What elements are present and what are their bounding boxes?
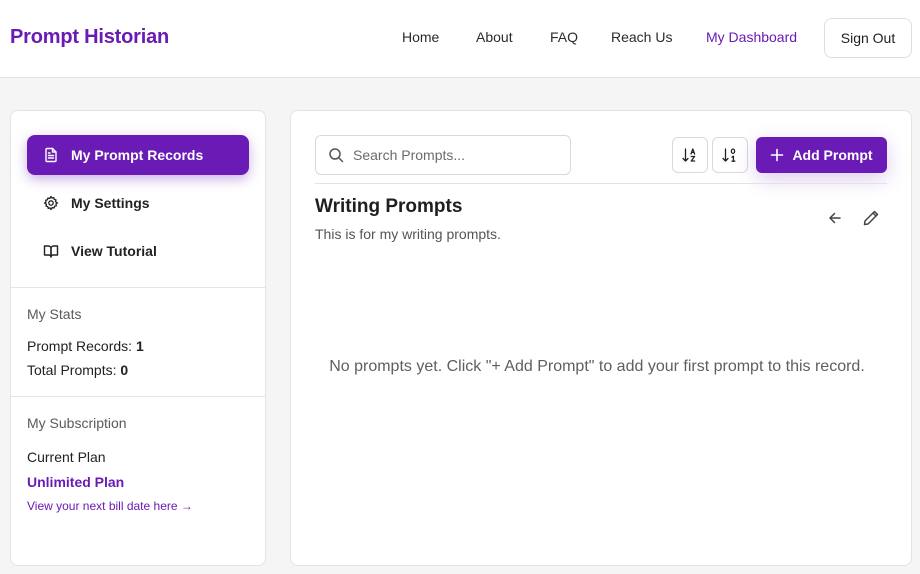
sidebar-item-label: View Tutorial bbox=[71, 243, 157, 259]
top-header: Prompt Historian Home About FAQ Reach Us… bbox=[0, 0, 920, 78]
stat-label: Prompt Records: bbox=[27, 338, 136, 354]
search-icon bbox=[329, 148, 344, 163]
sidebar-item-label: My Settings bbox=[71, 195, 150, 211]
book-icon bbox=[43, 243, 59, 259]
record-description: This is for my writing prompts. bbox=[315, 226, 501, 242]
stats-title: My Stats bbox=[27, 306, 82, 322]
main-panel: Add Prompt Writing Prompts This is for m… bbox=[290, 110, 912, 566]
nav-my-dashboard[interactable]: My Dashboard bbox=[706, 29, 797, 45]
sidebar-divider bbox=[11, 287, 265, 288]
subscription-title: My Subscription bbox=[27, 415, 127, 431]
pencil-icon bbox=[863, 210, 879, 226]
edit-record-button[interactable] bbox=[862, 209, 880, 227]
plus-icon bbox=[771, 148, 784, 162]
back-button[interactable] bbox=[826, 209, 844, 227]
sort-alpha-button[interactable] bbox=[672, 137, 708, 173]
sign-out-button[interactable]: Sign Out bbox=[824, 18, 912, 58]
sidebar-item-prompt-records[interactable]: My Prompt Records bbox=[27, 135, 249, 175]
current-plan-label: Current Plan bbox=[27, 449, 106, 465]
sidebar: My Prompt Records My Settings View Tutor… bbox=[10, 110, 266, 566]
document-icon bbox=[43, 147, 59, 163]
add-prompt-label: Add Prompt bbox=[792, 147, 873, 163]
search-input[interactable] bbox=[353, 147, 553, 163]
stat-value: 0 bbox=[120, 362, 129, 378]
arrow-left-icon bbox=[829, 212, 841, 224]
nav-faq[interactable]: FAQ bbox=[550, 29, 578, 45]
nav-about[interactable]: About bbox=[476, 29, 513, 45]
bill-date-link[interactable]: View your next bill date here → bbox=[27, 499, 193, 513]
stat-total-prompts: Total Prompts: 0 bbox=[27, 362, 128, 378]
stat-value: 1 bbox=[135, 338, 144, 354]
sidebar-item-tutorial[interactable]: View Tutorial bbox=[27, 231, 249, 271]
sidebar-divider bbox=[11, 396, 265, 397]
empty-state-message: No prompts yet. Click "+ Add Prompt" to … bbox=[329, 358, 865, 375]
sort-numeric-icon bbox=[722, 148, 736, 162]
brand-logo[interactable]: Prompt Historian bbox=[10, 26, 169, 49]
toolbar-divider bbox=[315, 183, 887, 184]
add-prompt-button[interactable]: Add Prompt bbox=[756, 137, 887, 173]
stat-label: Total Prompts: bbox=[27, 362, 121, 378]
sort-alpha-icon bbox=[682, 148, 696, 162]
search-box[interactable] bbox=[315, 135, 571, 175]
plan-name: Unlimited Plan bbox=[27, 474, 125, 490]
sort-numeric-button[interactable] bbox=[712, 137, 748, 173]
record-title: Writing Prompts bbox=[315, 196, 463, 217]
nav-reach-us[interactable]: Reach Us bbox=[611, 29, 672, 45]
gear-icon bbox=[43, 195, 59, 211]
sidebar-item-settings[interactable]: My Settings bbox=[27, 183, 249, 223]
sidebar-item-label: My Prompt Records bbox=[71, 147, 204, 163]
nav-home[interactable]: Home bbox=[402, 29, 439, 45]
stat-prompt-records: Prompt Records: 1 bbox=[27, 338, 144, 354]
